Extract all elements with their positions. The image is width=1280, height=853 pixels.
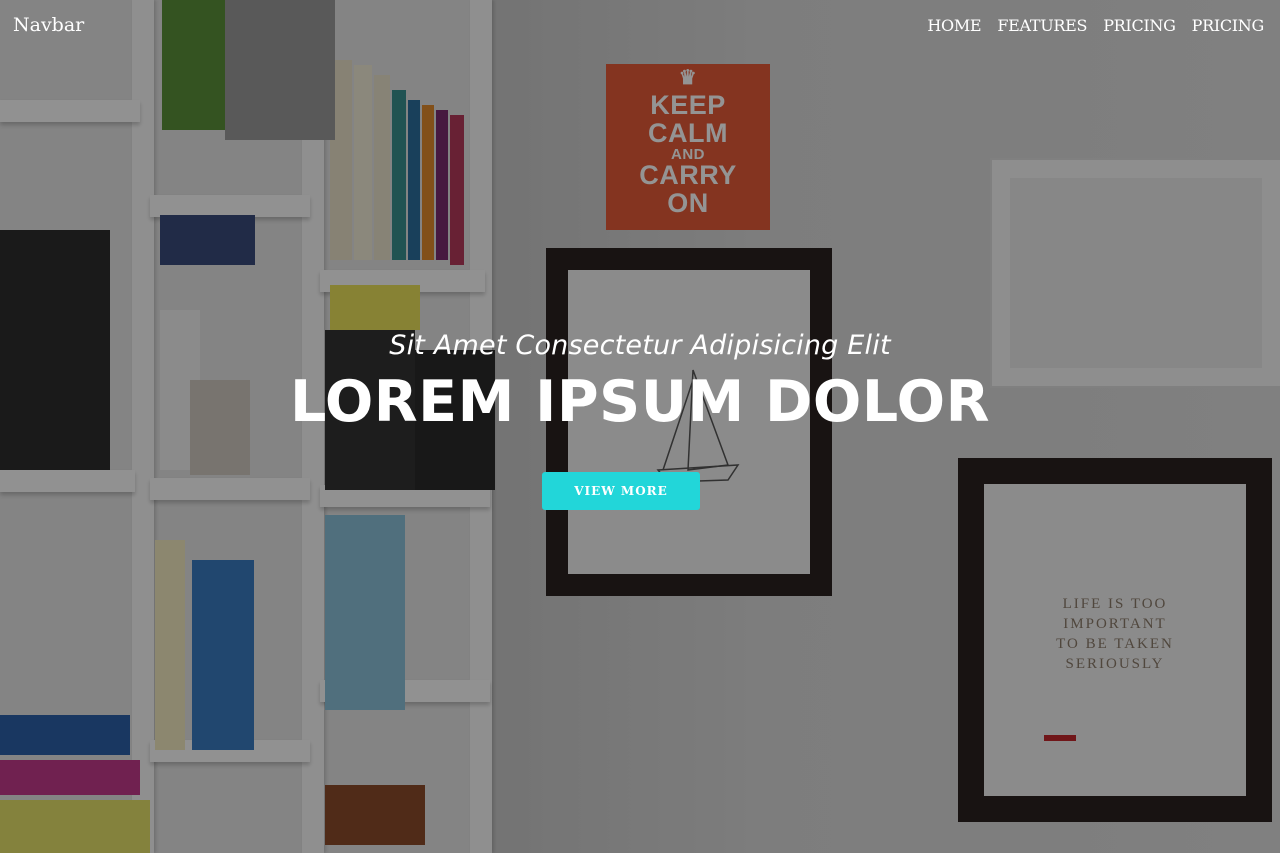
nav-link-features[interactable]: FEATURES bbox=[997, 16, 1087, 35]
navbar-brand[interactable]: Navbar bbox=[13, 14, 84, 36]
nav-link-pricing-2[interactable]: PRICING bbox=[1192, 16, 1265, 35]
hero-headline: LOREM IPSUM DOLOR bbox=[290, 369, 990, 435]
view-more-button[interactable]: VIEW MORE bbox=[542, 471, 700, 510]
hero-content: Sit Amet Consectetur Adipisicing Elit LO… bbox=[0, 330, 1280, 510]
nav-link-home[interactable]: HOME bbox=[927, 16, 981, 35]
hero-section: ♛ KEEP CALM AND CARRY ON LIFE IS TOO IMP… bbox=[0, 0, 1280, 853]
navbar: Navbar HOME FEATURES PRICING PRICING bbox=[0, 0, 1280, 50]
nav-link-pricing[interactable]: PRICING bbox=[1103, 16, 1176, 35]
hero-subtitle: Sit Amet Consectetur Adipisicing Elit bbox=[389, 330, 891, 361]
nav-links: HOME FEATURES PRICING PRICING bbox=[927, 16, 1264, 35]
